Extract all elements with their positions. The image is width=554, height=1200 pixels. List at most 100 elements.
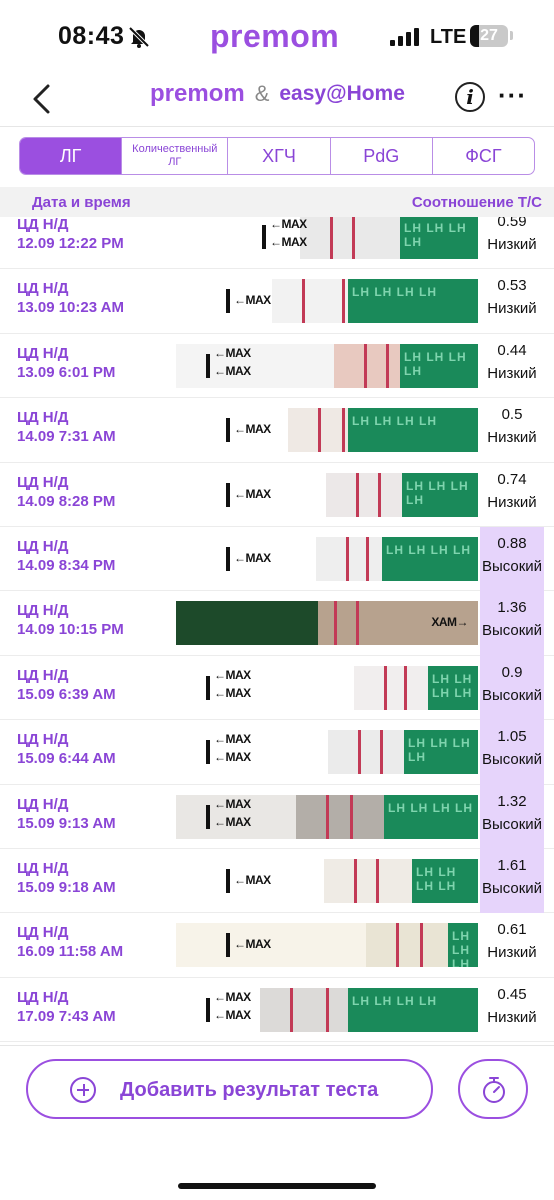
plus-circle-icon — [70, 1077, 96, 1103]
ratio-cell: 0.59 Низкий — [480, 217, 544, 269]
strip-marker — [226, 289, 230, 314]
more-options-icon[interactable]: ··· — [498, 80, 527, 111]
lh-level: Высокий — [481, 622, 543, 640]
timer-button[interactable] — [458, 1059, 528, 1119]
strip-max-label: ←MAX — [214, 750, 251, 765]
column-datetime: Дата и время — [32, 194, 131, 211]
test-row[interactable]: ЦД Н/Д15.09 9:13 AM ←MAX ←MAX 1.32 Высокий — [0, 784, 554, 849]
test-strip-photo[interactable]: ←MAX — [176, 279, 478, 324]
test-row[interactable]: ЦД Н/Д 12.09 12:22 PM ←MAX ←MAX 0.59 Низкий — [0, 217, 554, 270]
tab-hcg[interactable]: ХГЧ — [228, 138, 331, 174]
test-row[interactable]: ЦД Н/Д 14.09 10:15 PM XAM→ 1.36 Высокий — [0, 591, 554, 656]
strip-marker — [206, 353, 210, 378]
cycle-day: ЦД Н/Д — [17, 988, 69, 1006]
test-datetime: 13.09 10:23 AM — [17, 299, 125, 317]
status-bar: 08:43 premom LTE 27 — [0, 0, 554, 74]
strip-test-line — [356, 472, 359, 517]
ratio-cell: 0.88 Высокий — [480, 527, 544, 592]
ratio-cell: 1.05 Высокий — [480, 720, 544, 785]
strip-max-label: ←MAX — [214, 796, 251, 811]
test-row[interactable]: ЦД Н/Д 14.09 8:34 PM ←MAX 0.88 Высокий — [0, 527, 554, 592]
ratio-cell: 1.32 Высокий — [480, 784, 544, 849]
strip-lh-pad — [412, 859, 478, 903]
ratio-cell: 1.36 Высокий — [480, 591, 544, 656]
strip-marker — [226, 482, 230, 507]
premom-logo: premom — [150, 80, 245, 107]
signal-icon — [390, 28, 419, 46]
back-icon[interactable] — [28, 82, 54, 116]
strip-marker — [226, 418, 230, 443]
test-row[interactable]: ЦД Н/Д13.09 6:01 PM ←MAX ←MAX 0.44 Низкий — [0, 334, 554, 399]
strip-max-label: ←MAX — [214, 667, 251, 682]
strip-max-label: XAM→ — [431, 615, 468, 630]
test-strip-photo[interactable]: XAM→ — [176, 601, 478, 646]
lh-level: Высокий — [481, 686, 543, 704]
test-datetime: 15.09 6:39 AM — [17, 685, 116, 703]
test-datetime: 16.09 11:58 AM — [17, 943, 124, 961]
tab-pdg[interactable]: PdG — [331, 138, 433, 174]
strip-test-line — [290, 987, 293, 1032]
test-strip-photo[interactable]: ←MAX — [176, 537, 478, 581]
add-test-result-button[interactable]: Добавить результат теста — [26, 1059, 433, 1119]
strip-marker — [262, 225, 266, 249]
test-row[interactable]: ЦД Н/Д15.09 6:44 AM ←MAX ←MAX 1.05 Высокий — [0, 720, 554, 785]
test-strip-photo[interactable]: ←MAX ←MAX — [176, 343, 478, 388]
test-strip-photo[interactable]: ←MAX ←MAX — [176, 730, 478, 775]
test-strip-photo[interactable]: ←MAX ←MAX — [176, 794, 478, 839]
test-row[interactable]: ЦД Н/Д13.09 10:23 AM ←MAX 0.53 Низкий — [0, 269, 554, 334]
strip-test-line — [384, 665, 387, 710]
timer-icon — [483, 1077, 505, 1103]
strip-test-line — [346, 537, 349, 581]
test-strip-photo[interactable]: ←MAX ←MAX — [176, 665, 478, 710]
test-datetime: 12.09 12:22 PM — [17, 235, 124, 252]
info-icon[interactable]: i — [455, 82, 485, 112]
strip-lh-pad — [384, 794, 478, 839]
column-header: Дата и время Соотношение Т/С — [0, 187, 554, 217]
strip-test-line — [326, 987, 329, 1032]
strip-max-label: ←MAX — [214, 732, 251, 747]
test-strip-photo[interactable]: ←MAX ←MAX — [176, 987, 478, 1032]
strip-max-label: ←MAX — [214, 989, 251, 1004]
test-row[interactable]: ЦД Н/Д17.09 7:43 AM ←MAX ←MAX 0.45 Низкий — [0, 978, 554, 1043]
network-type: LTE — [430, 26, 467, 48]
strip-test-line — [334, 601, 337, 646]
test-strip-photo[interactable]: ←MAX — [176, 408, 478, 453]
app-logo: premom — [210, 18, 340, 54]
test-strip-photo[interactable]: ←MAX — [176, 859, 478, 903]
lh-level: Низкий — [487, 1008, 537, 1026]
test-list[interactable]: ЦД Н/Д12.09 12:22 PM←MAX←MAX0.59НизкийЦД… — [0, 217, 554, 1045]
home-indicator — [178, 1183, 376, 1189]
strip-marker — [226, 547, 230, 571]
tab-lh[interactable]: ЛГ — [20, 138, 123, 174]
test-datetime: 13.09 6:01 PM — [17, 363, 116, 381]
strip-test-line — [396, 923, 399, 968]
ratio-cell: 1.61 Высокий — [480, 849, 544, 914]
test-row[interactable]: ЦД Н/Д14.09 8:28 PM ←MAX 0.74 Низкий — [0, 463, 554, 527]
tab-quantitative-lh[interactable]: Количественный ЛГ — [122, 138, 229, 174]
strip-lh-pad — [400, 217, 478, 259]
strip-test-line — [318, 408, 321, 453]
strip-lh-pad — [382, 537, 478, 581]
test-strip-photo[interactable]: ←MAX ←MAX — [232, 217, 478, 259]
nav-bar: premom & easy@Home i ··· — [0, 74, 554, 124]
strip-lh-pad — [448, 923, 478, 968]
header-divider — [0, 126, 554, 127]
tc-ratio-value: 1.36 — [497, 599, 527, 617]
test-row[interactable]: ЦД Н/Д 15.09 9:18 AM ←MAX 1.61 Высокий — [0, 849, 554, 914]
strip-test-line — [404, 665, 407, 710]
strip-test-line — [386, 343, 389, 388]
strip-handle — [176, 730, 328, 775]
test-row[interactable]: ЦД Н/Д15.09 6:39 AM ←MAX ←MAX 0.9 Высокий — [0, 655, 554, 721]
strip-lh-pad — [348, 279, 478, 324]
lh-level: Низкий — [487, 429, 537, 447]
test-datetime: 15.09 6:44 AM — [17, 750, 116, 768]
tab-fsh[interactable]: ФСГ — [433, 138, 534, 174]
test-row[interactable]: ЦД Н/Д14.09 7:31 AM ←MAX 0.5 Низкий — [0, 398, 554, 463]
strip-lh-pad — [428, 665, 478, 710]
strip-test-line — [342, 279, 345, 324]
test-row[interactable]: ЦД Н/Д16.09 11:58 AM ←MAX 0.61 Низкий — [0, 913, 554, 978]
test-strip-photo[interactable]: ←MAX — [176, 472, 478, 517]
cycle-day: ЦД Н/Д — [17, 666, 69, 684]
strip-test-line — [380, 730, 383, 775]
test-strip-photo[interactable]: ←MAX — [176, 923, 478, 968]
